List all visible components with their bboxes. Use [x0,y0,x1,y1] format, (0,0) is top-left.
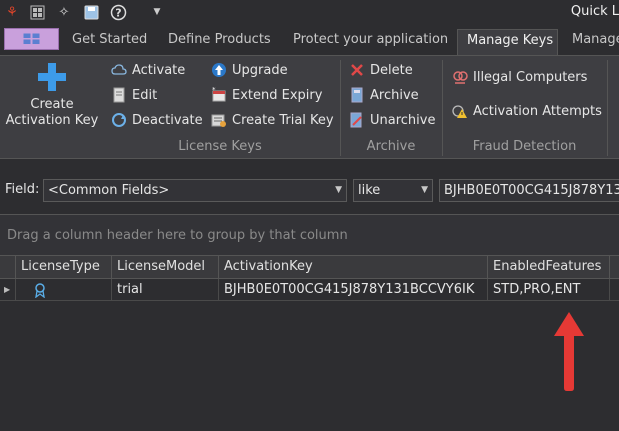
create-trial-key-button[interactable]: Create Trial Key [210,111,334,129]
column-header-overflow[interactable] [610,255,619,279]
edit-button[interactable]: Edit [110,86,157,104]
upgrade-label: Upgrade [232,62,288,78]
tab-get-started[interactable]: Get Started [68,29,151,55]
window-title: Quick L [570,4,619,19]
illegal-computers-label: Illegal Computers [473,69,588,85]
delete-label: Delete [370,62,413,78]
ribbon-tabs: Get Started Define Products Protect your… [0,25,619,55]
license-type-cell[interactable] [16,279,112,301]
chevron-down-icon: ▼ [335,185,342,195]
delete-button[interactable]: Delete [348,61,413,79]
dropdown-arrow-icon[interactable]: ▼ [148,3,166,21]
deactivate-icon [110,111,128,129]
extend-expiry-label: Extend Expiry [232,87,323,103]
create-key-label-line2: Activation Key [5,113,99,128]
row-indicator-header [0,255,16,279]
search-input[interactable]: BJHB0E0T00CG415J878Y131BC [439,179,619,202]
archive-button[interactable]: Archive [348,86,419,104]
field-label: Field: [5,182,40,197]
activation-attempts-label: Activation Attempts [473,103,602,119]
search-input-value: BJHB0E0T00CG415J878Y131BC [444,183,619,198]
help-icon[interactable]: ? [109,3,127,21]
fraud-detection-group-label: Fraud Detection [472,139,577,154]
chevron-down-icon: ▼ [421,185,428,195]
ribbon-separator [607,60,608,156]
column-header-licensetype[interactable]: LicenseType [16,255,112,279]
cloud-icon [110,61,128,79]
unarchive-label: Unarchive [370,112,436,128]
app-menu-button[interactable] [4,28,59,50]
unarchive-icon [348,111,366,129]
archive-icon [348,86,366,104]
upgrade-button[interactable]: Upgrade [210,61,288,79]
edit-icon [110,86,128,104]
tab-define-products[interactable]: Define Products [164,29,275,55]
tab-manage-keys[interactable]: Manage Keys [457,29,558,55]
create-trial-key-label: Create Trial Key [232,112,334,128]
deactivate-button[interactable]: Deactivate [110,111,203,129]
deactivate-label: Deactivate [132,112,203,128]
trial-key-icon [210,111,228,129]
field-select-value: <Common Fields> [48,183,170,198]
ribbon: Create Activation Key Activate Edit Deac… [0,55,619,159]
overflow-cell [610,279,619,301]
operator-select-value: like [358,183,381,198]
license-type-icon [35,283,45,299]
activation-key-cell[interactable]: BJHB0E0T00CG415J878Y131BCCVY6IK [219,279,488,301]
grid-icon[interactable] [28,3,46,21]
annotation-arrow-icon [554,312,584,391]
archive-group-label: Archive [366,139,416,154]
svg-text:*: * [212,87,216,94]
license-model-cell[interactable]: trial [112,279,219,301]
create-activation-key-button[interactable]: Create Activation Key [4,59,100,131]
upgrade-icon [210,61,228,79]
license-keys-group-label: License Keys [178,139,262,154]
delete-icon [348,61,366,79]
app-logo-icon[interactable]: ⚘ [3,3,21,21]
edit-label: Edit [132,87,158,103]
warning-icon [451,102,469,120]
plus-icon [38,63,66,91]
activate-label: Activate [132,62,186,78]
column-header-licensemodel[interactable]: LicenseModel [112,255,219,279]
column-header-enabledfeatures[interactable]: EnabledFeatures [488,255,610,279]
column-header-activationkey[interactable]: ActivationKey [219,255,488,279]
field-select[interactable]: <Common Fields> ▼ [43,179,347,202]
tab-manage[interactable]: Manage [568,29,619,55]
row-indicator[interactable]: ▶ [0,279,16,301]
tab-protect-application[interactable]: Protect your application [289,29,452,55]
archive-label: Archive [370,87,419,103]
illegal-computers-icon [451,68,469,86]
operator-select[interactable]: like ▼ [353,179,433,202]
svg-text:?: ? [115,6,121,19]
activate-button[interactable]: Activate [110,61,185,79]
grid-icon [23,33,39,44]
title-bar: ⚘ ✧ ? ▼ Quick L [0,0,619,24]
keys-grid: Drag a column header here to group by th… [0,214,619,431]
filter-bar: Field: <Common Fields> ▼ like ▼ BJHB0E0T… [0,170,619,208]
extend-expiry-button[interactable]: * Extend Expiry [210,86,322,104]
enabled-features-cell[interactable]: STD,PRO,ENT [488,279,610,301]
unarchive-button[interactable]: Unarchive [348,111,435,129]
illegal-computers-button[interactable]: Illegal Computers [451,68,587,86]
save-icon[interactable] [82,3,100,21]
activation-attempts-button[interactable]: Activation Attempts [451,102,602,120]
wand-icon[interactable]: ✧ [55,3,73,21]
create-key-label-line1: Create [30,97,74,112]
extend-icon: * [210,86,228,104]
group-by-panel[interactable]: Drag a column header here to group by th… [0,215,619,255]
